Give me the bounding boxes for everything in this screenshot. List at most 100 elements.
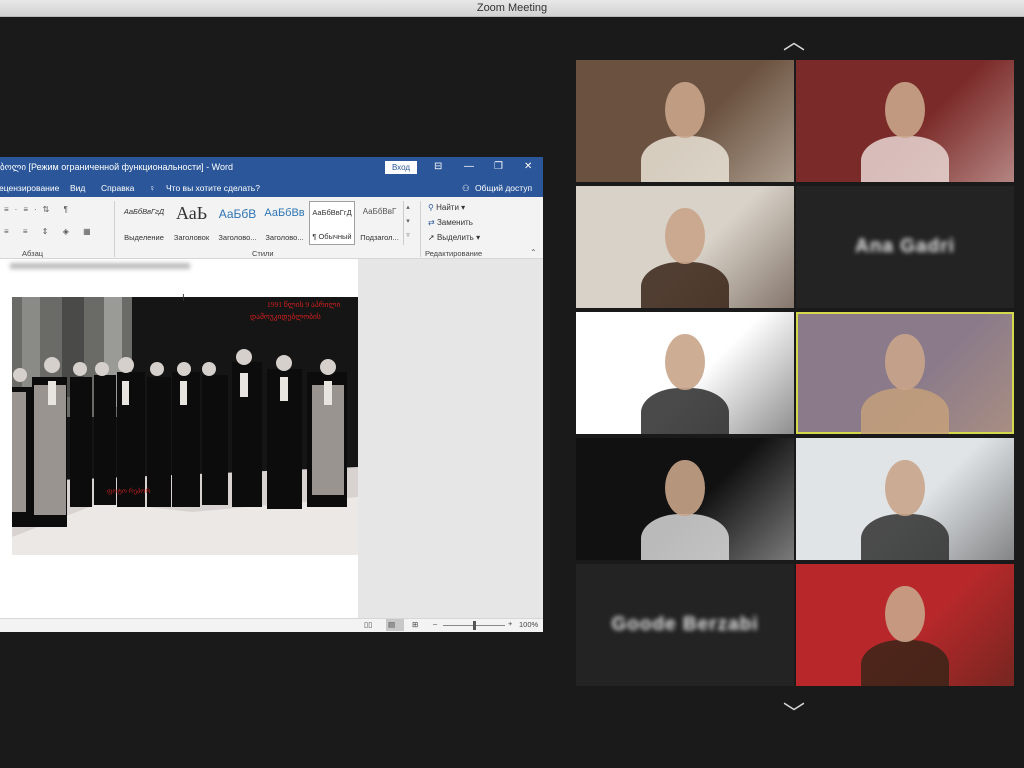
participant-video (641, 135, 729, 182)
meeting-stage: ბოლი [Режим ограниченной функциональност… (0, 17, 1024, 768)
style-heading2[interactable]: АаБбВв Заголово... (261, 201, 308, 245)
ribbon-separator (420, 201, 421, 257)
style-subtitle[interactable]: АаБбВвГ Подзагол... (356, 201, 403, 245)
share-button[interactable]: Общий доступ (475, 183, 532, 193)
style-name: Выделение (124, 233, 164, 242)
close-icon[interactable]: ✕ (524, 161, 532, 173)
paragraph-tools-row2[interactable]: ≡ ≡ ⇕ ◈ ▦ (4, 227, 97, 236)
window-title: Zoom Meeting (476, 2, 548, 14)
participant-tile[interactable] (576, 438, 794, 560)
search-icon: ⚲ (428, 203, 437, 212)
participant-tile[interactable] (796, 438, 1014, 560)
style-sample: АаБбВвГгД (312, 208, 352, 217)
participant-face (885, 81, 925, 139)
historic-group-photo: 1991 წლის 9 აპრილი დამოუკიდებლობის ფოტო … (12, 297, 358, 555)
editing-group-label: Редактирование (425, 249, 483, 258)
participant-name: Goode Berzabi (611, 614, 759, 635)
participant-tile[interactable]: Goode Berzabi (576, 564, 794, 686)
style-emphasis[interactable]: АаБбВвГгД Выделение (119, 201, 169, 245)
style-name: Подзагол... (360, 233, 399, 242)
style-sample: АаБбВвГ (362, 207, 397, 216)
chevron-down-icon[interactable]: ﹀ (783, 703, 805, 725)
blurred-text-line (10, 263, 190, 269)
paragraph-tools-row1[interactable]: ≡·≡·⇅ ¶ (4, 205, 74, 214)
menu-review[interactable]: ецензирование (0, 183, 59, 193)
participant-tile[interactable] (576, 312, 794, 434)
participant-video (861, 387, 949, 434)
lightbulb-icon: ♀ (149, 183, 156, 193)
menu-view[interactable]: Вид (70, 183, 85, 193)
share-user-icon: ⚇ (462, 183, 470, 193)
style-name: ¶ Обычный (312, 232, 352, 241)
shared-word-window[interactable]: ბოლი [Режим ограниченной функциональност… (0, 157, 543, 632)
participant-video (861, 135, 949, 182)
zoom-in-icon[interactable]: + (508, 619, 512, 628)
style-sample: АаБбВвГгД (123, 207, 165, 216)
find-button[interactable]: ⚲ Найти ▾ (428, 203, 465, 212)
styles-scroll[interactable]: ▴ ▾ ▿ (403, 201, 412, 245)
word-statusbar: ▯▯ ▤ ⊞ – + 100% (0, 618, 543, 632)
style-sample: АаБбВ (218, 207, 257, 221)
cursor-icon: ➚ (428, 233, 437, 242)
print-layout-icon: ▤ (388, 620, 396, 629)
photo-caption-line2: დამოუკიდებლობის (250, 312, 321, 321)
style-normal[interactable]: АаБбВвГгД ¶ Обычный (309, 201, 355, 245)
read-mode-icon[interactable]: ▯▯ (364, 620, 372, 629)
zoom-slider-thumb[interactable] (473, 621, 476, 630)
minimize-icon[interactable]: — (464, 161, 474, 173)
web-layout-icon[interactable]: ⊞ (412, 620, 418, 629)
replace-label: Заменить (436, 218, 473, 227)
menu-help[interactable]: Справка (101, 183, 134, 193)
photo-graphic: 1991 წლის 9 აპრილი დამოუკიდებლობის ფოტო … (12, 297, 358, 555)
participant-video (861, 513, 949, 560)
style-name: Заголово... (218, 233, 257, 242)
participant-tile[interactable] (576, 186, 794, 308)
styles-group-label: Стили (252, 249, 274, 258)
style-heading1[interactable]: АаБбВ Заголово... (214, 201, 261, 245)
signin-button[interactable]: Вход (385, 161, 417, 174)
participant-video (641, 387, 729, 434)
replace-icon: ⇄ (428, 218, 437, 227)
participant-tile[interactable] (796, 60, 1014, 182)
word-document-title: ბოლი [Режим ограниченной функциональност… (0, 162, 233, 172)
participant-face (665, 333, 705, 391)
replace-button[interactable]: ⇄ Заменить (428, 218, 473, 227)
select-button[interactable]: ➚ Выделить ▾ (428, 233, 480, 242)
photo-caption-line1: 1991 წლის 9 აპრილი (267, 300, 340, 309)
participant-face (885, 585, 925, 643)
zoom-out-icon[interactable]: – (433, 619, 437, 628)
restore-icon[interactable]: ❐ (494, 161, 503, 173)
style-name: Заголово... (265, 233, 304, 242)
style-sample: АаЬ (175, 203, 208, 223)
participant-video (641, 513, 729, 560)
participant-face (665, 459, 705, 517)
word-titlebar: ბოლი [Режим ограниченной функциональност… (0, 157, 543, 178)
participant-tile[interactable] (796, 564, 1014, 686)
zoom-slider[interactable] (443, 621, 505, 630)
zoom-level[interactable]: 100% (519, 620, 538, 629)
participant-face (885, 459, 925, 517)
ribbon-display-icon[interactable]: ⊟ (434, 161, 442, 173)
participant-face (885, 333, 925, 391)
collapse-ribbon-icon[interactable]: ⌃ (530, 248, 537, 257)
find-label: Найти (436, 203, 459, 212)
participant-tile[interactable] (796, 312, 1014, 434)
text-cursor-icon: I (182, 293, 185, 304)
style-name: Заголовок (173, 233, 210, 242)
chevron-up-icon[interactable]: ︿ (783, 31, 805, 53)
paragraph-group-label: Абзац (22, 249, 44, 258)
document-area[interactable]: 1991 წლის 9 აპრილი დამოუკიდებლობის ფოტო … (0, 259, 543, 618)
participant-tile[interactable]: Ana Gadri (796, 186, 1014, 308)
tell-me-search[interactable]: Что вы хотите сделать? (166, 183, 260, 193)
participant-face (665, 207, 705, 265)
participant-video (641, 261, 729, 308)
word-menubar: ецензирование Вид Справка ♀ Что вы хотит… (0, 178, 543, 197)
ribbon-separator (114, 201, 115, 257)
participant-face (665, 81, 705, 139)
participant-tile[interactable] (576, 60, 794, 182)
zoom-titlebar: Zoom Meeting (0, 0, 1024, 17)
style-heading[interactable]: АаЬ Заголовок (169, 201, 214, 245)
document-page[interactable]: 1991 წლის 9 აპრილი დამოუკიდებლობის ფოტო … (0, 259, 358, 618)
select-label: Выделить (436, 233, 474, 242)
style-sample: АаБбВв (264, 207, 305, 219)
